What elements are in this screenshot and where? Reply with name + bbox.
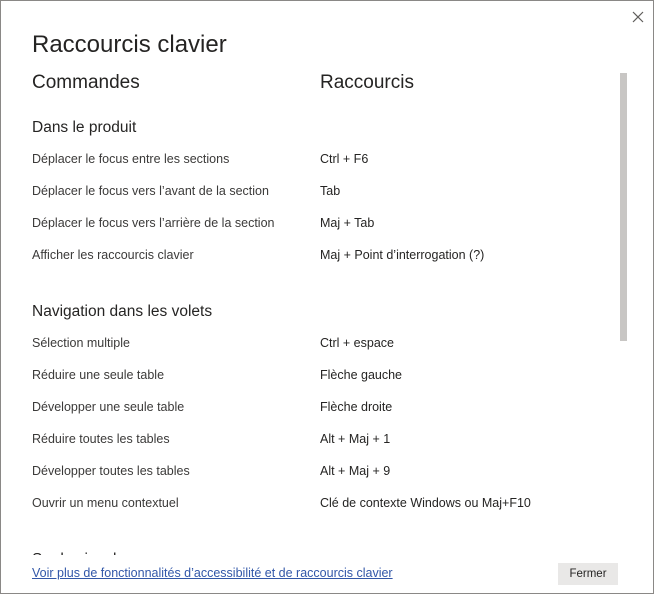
shortcut-row: Développer une seule table Flèche droite bbox=[32, 392, 612, 424]
section-title: Dans le produit bbox=[32, 119, 137, 136]
command-label: Développer une seule table bbox=[32, 400, 185, 414]
command-label: Développer toutes les tables bbox=[32, 464, 190, 478]
commands-column-header: Commandes bbox=[32, 72, 140, 93]
shortcut-label: Alt + Maj + 9 bbox=[320, 464, 391, 478]
shortcut-label: Tab bbox=[320, 184, 341, 198]
shortcut-label: Maj + Tab bbox=[320, 216, 375, 230]
command-label: Réduire toutes les tables bbox=[32, 432, 170, 446]
command-label: Déplacer le focus vers l’avant de la sec… bbox=[32, 184, 269, 198]
shortcut-label: Clé de contexte Windows ou Maj+F10 bbox=[320, 496, 531, 510]
shortcut-row: Déplacer le focus vers l’avant de la sec… bbox=[32, 176, 612, 208]
fermer-button[interactable]: Fermer bbox=[558, 563, 618, 585]
command-label: Réduire une seule table bbox=[32, 368, 165, 382]
shortcut-label: Alt + Maj + 1 bbox=[320, 432, 391, 446]
shortcut-row: Afficher les raccourcis clavier Maj + Po… bbox=[32, 240, 612, 272]
command-label: Déplacer le focus entre les sections bbox=[32, 152, 230, 166]
shortcut-label: Flèche gauche bbox=[320, 368, 403, 382]
shortcut-row: Réduire toutes les tables Alt + Maj + 1 bbox=[32, 424, 612, 456]
dialog-title: Raccourcis clavier bbox=[32, 31, 227, 58]
shortcut-row: Développer toutes les tables Alt + Maj +… bbox=[32, 456, 612, 488]
command-label: Ouvrir un menu contextuel bbox=[32, 496, 179, 510]
accessibility-link[interactable]: Voir plus de fonctionnalités d’accessibi… bbox=[32, 566, 393, 580]
command-label: Déplacer le focus vers l’arrière de la s… bbox=[32, 216, 275, 230]
shortcut-label: Ctrl + F6 bbox=[320, 152, 369, 166]
shortcut-label: Flèche droite bbox=[320, 400, 393, 414]
section-title: Sur le visuel bbox=[32, 544, 612, 555]
shortcut-row: Sélection multiple Ctrl + espace bbox=[32, 328, 612, 360]
scrollbar-thumb[interactable] bbox=[620, 73, 627, 341]
shortcut-row: Réduire une seule table Flèche gauche bbox=[32, 360, 612, 392]
shortcut-row: Déplacer le focus vers l’arrière de la s… bbox=[32, 208, 612, 240]
command-label: Sélection multiple bbox=[32, 336, 130, 350]
shortcuts-column-header: Raccourcis bbox=[320, 72, 414, 93]
section-title: Navigation dans les volets bbox=[32, 303, 213, 320]
close-icon bbox=[632, 11, 644, 23]
shortcut-label: Ctrl + espace bbox=[320, 336, 394, 350]
close-button[interactable] bbox=[628, 7, 648, 27]
shortcut-row: Ouvrir un menu contextuel Clé de context… bbox=[32, 488, 612, 520]
shortcuts-content: Commandes Raccourcis Dans le produit Dép… bbox=[32, 63, 612, 555]
shortcut-row: Déplacer le focus entre les sections Ctr… bbox=[32, 144, 612, 176]
shortcut-label: Maj + Point d’interrogation (?) bbox=[320, 248, 485, 262]
keyboard-shortcuts-dialog: Raccourcis clavier Commandes Raccourcis … bbox=[0, 0, 654, 594]
column-headers: Commandes Raccourcis bbox=[32, 63, 612, 108]
command-label: Afficher les raccourcis clavier bbox=[32, 248, 194, 262]
